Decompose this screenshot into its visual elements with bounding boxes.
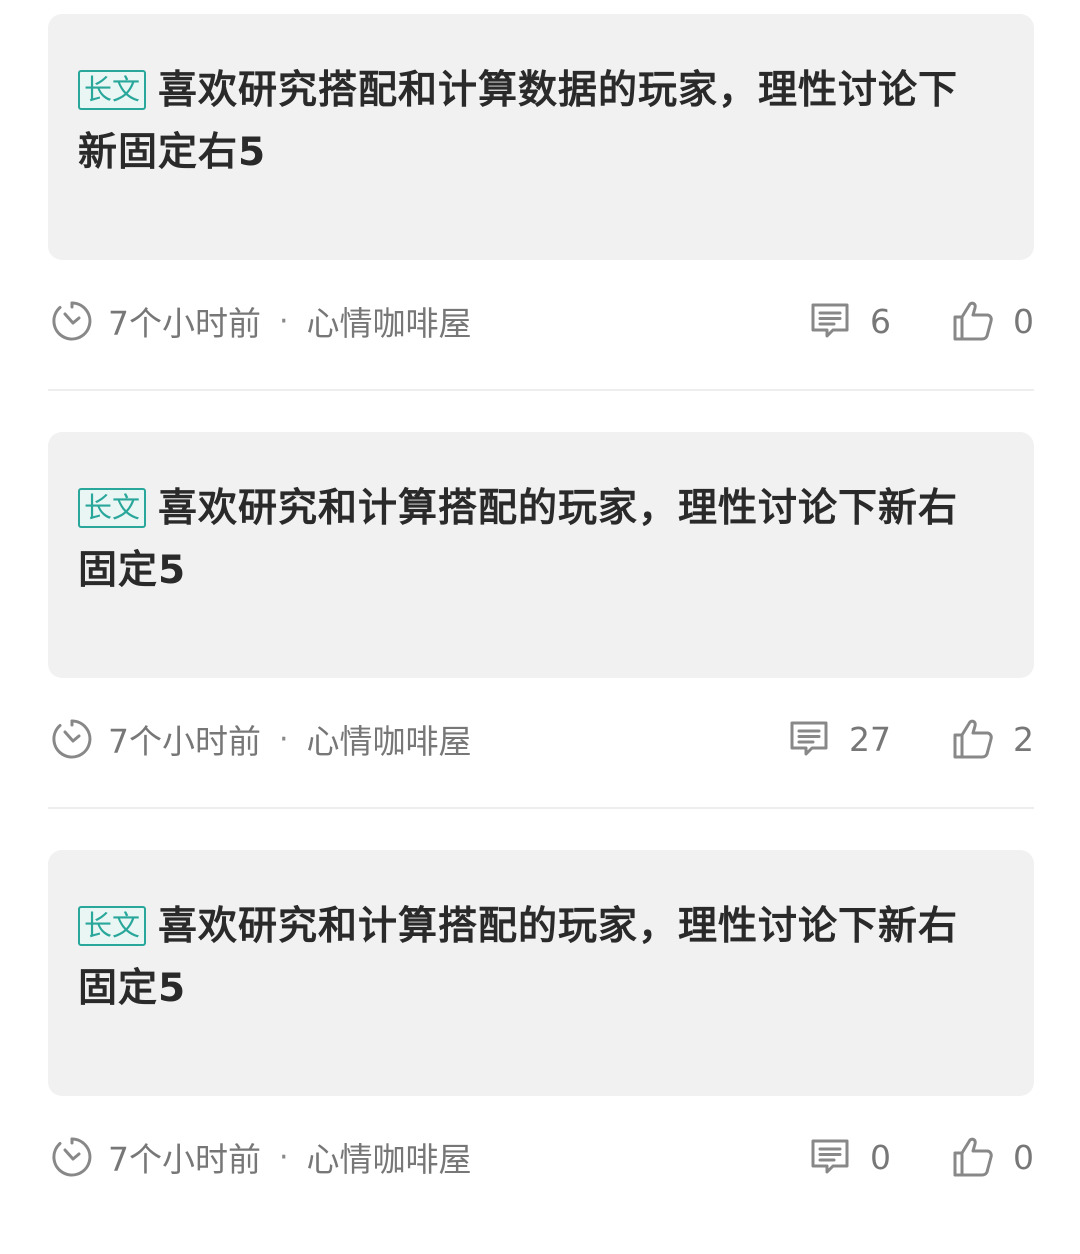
post-category[interactable]: 心情咖啡屋 [307, 1133, 472, 1181]
post-meta: 7个小时前 · 心情咖啡屋 0 0 [48, 1119, 1034, 1195]
comment-count: 27 [849, 719, 891, 759]
post-card[interactable]: 长文 喜欢研究和计算搭配的玩家，理性讨论下新右固定5 [48, 850, 1034, 1096]
post-feed: 长文 喜欢研究搭配和计算数据的玩家，理性讨论下新固定右5 7个小时前 · 心情咖啡… [0, 0, 1080, 1254]
post-title-block: 长文 喜欢研究搭配和计算数据的玩家，理性讨论下新固定右5 [78, 60, 984, 184]
post-card[interactable]: 长文 喜欢研究和计算搭配的玩家，理性讨论下新右固定5 [48, 432, 1034, 678]
comment-button[interactable]: 27 [787, 717, 891, 761]
comment-icon [787, 717, 831, 761]
post-time: 7个小时前 [108, 1140, 261, 1179]
comment-button[interactable]: 0 [808, 1135, 891, 1179]
meta-separator: · [279, 303, 289, 339]
comment-count: 6 [870, 301, 891, 341]
thumbs-up-icon [951, 717, 995, 761]
post-time: 7个小时前 [108, 304, 261, 343]
like-count: 2 [1013, 719, 1034, 759]
post-category[interactable]: 心情咖啡屋 [307, 715, 472, 763]
post-title-block: 长文 喜欢研究和计算搭配的玩家，理性讨论下新右固定5 [78, 478, 984, 602]
post-item: 长文喜欢研究和计算搭配的玩家，理性讨论下新右固定5 7个小时前 · 心情咖啡屋 [0, 418, 1080, 836]
long-article-tag: 长文 [78, 70, 147, 110]
like-count: 0 [1013, 1137, 1034, 1177]
post-time: 7个小时前 [108, 722, 261, 761]
post-meta: 7个小时前 · 心情咖啡屋 6 0 [48, 283, 1034, 359]
divider [48, 389, 1034, 391]
meta-separator: · [279, 1139, 289, 1175]
like-count: 0 [1013, 301, 1034, 341]
post-title: 喜欢研究搭配和计算数据的玩家，理性讨论下新固定右5 [78, 68, 959, 175]
divider [48, 807, 1034, 809]
post-card[interactable]: 长文 喜欢研究搭配和计算数据的玩家，理性讨论下新固定右5 [48, 14, 1034, 260]
post-meta-left: 7个小时前 · 心情咖啡屋 [48, 297, 808, 345]
clock-icon [50, 1135, 94, 1179]
post-meta-left: 7个小时前 · 心情咖啡屋 [48, 1133, 808, 1181]
comment-icon [808, 1135, 852, 1179]
post-meta: 7个小时前 · 心情咖啡屋 27 2 [48, 701, 1034, 777]
post-category[interactable]: 心情咖啡屋 [307, 297, 472, 345]
post-item: 长文喜欢研究和计算搭配的玩家，理性讨论下新右固定5 7个小时前 · 心情咖啡屋 [0, 836, 1080, 1254]
long-article-tag: 长文 [78, 488, 147, 528]
long-article-tag: 长文 [78, 906, 147, 946]
thumbs-up-icon [951, 1135, 995, 1179]
post-item: 长文 喜欢研究搭配和计算数据的玩家，理性讨论下新固定右5 7个小时前 · 心情咖啡… [0, 0, 1080, 418]
comment-button[interactable]: 6 [808, 299, 891, 343]
post-title-block: 长文 喜欢研究和计算搭配的玩家，理性讨论下新右固定5 [78, 896, 984, 1020]
meta-separator: · [279, 721, 289, 757]
thumbs-up-icon [951, 299, 995, 343]
like-button[interactable]: 0 [951, 1135, 1034, 1179]
clock-icon [50, 717, 94, 761]
comment-icon [808, 299, 852, 343]
post-meta-left: 7个小时前 · 心情咖啡屋 [48, 715, 787, 763]
like-button[interactable]: 0 [951, 299, 1034, 343]
clock-icon [50, 299, 94, 343]
comment-count: 0 [870, 1137, 891, 1177]
like-button[interactable]: 2 [951, 717, 1034, 761]
post-title: 喜欢研究和计算搭配的玩家，理性讨论下新右固定5 [78, 486, 959, 593]
post-title: 喜欢研究和计算搭配的玩家，理性讨论下新右固定5 [78, 904, 959, 1011]
